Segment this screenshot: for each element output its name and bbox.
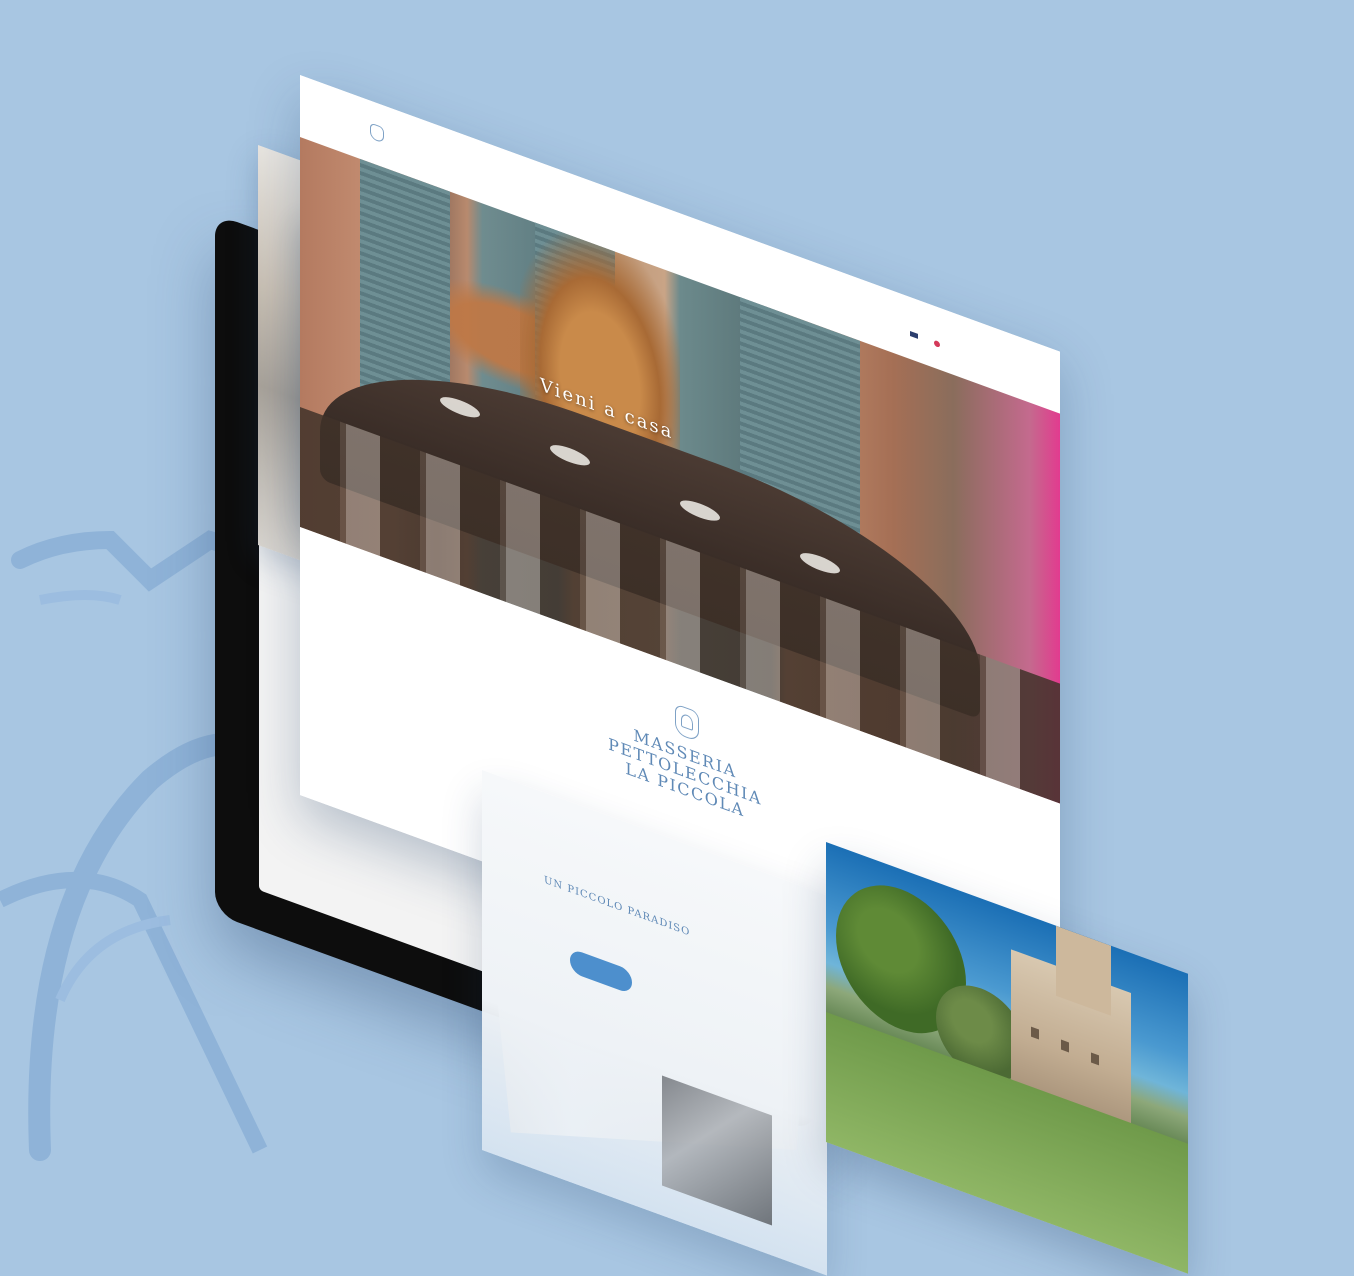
plate <box>440 392 480 422</box>
site-logo-icon[interactable] <box>370 122 384 144</box>
plate <box>800 548 840 578</box>
building-window <box>1061 1039 1069 1053</box>
building-window <box>1031 1026 1039 1040</box>
building-window <box>1091 1052 1099 1066</box>
flag-icon[interactable] <box>910 331 918 339</box>
crest-monogram-icon <box>675 703 699 743</box>
pink-dot-icon[interactable] <box>934 339 940 348</box>
discover-button[interactable] <box>570 948 632 995</box>
plate <box>550 440 590 470</box>
feature-thumbnail <box>662 1075 772 1226</box>
plate <box>680 496 720 525</box>
